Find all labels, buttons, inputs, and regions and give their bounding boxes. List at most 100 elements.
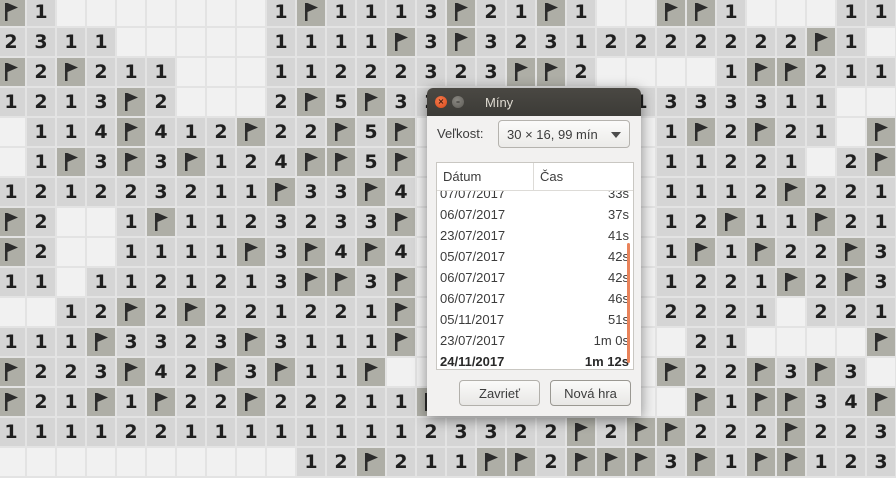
number-cell[interactable]: 1 bbox=[267, 0, 295, 26]
flag-cell[interactable] bbox=[747, 448, 775, 476]
number-cell[interactable]: 1 bbox=[237, 178, 265, 206]
number-cell[interactable]: 1 bbox=[717, 178, 745, 206]
number-cell[interactable]: 1 bbox=[297, 58, 325, 86]
number-cell[interactable]: 1 bbox=[57, 118, 85, 146]
number-cell[interactable]: 1 bbox=[777, 148, 805, 176]
number-cell[interactable]: 3 bbox=[147, 178, 175, 206]
number-cell[interactable]: 1 bbox=[507, 0, 535, 26]
number-cell[interactable]: 1 bbox=[717, 448, 745, 476]
number-cell[interactable]: 1 bbox=[717, 238, 745, 266]
size-select[interactable]: 30 × 16, 99 mín bbox=[498, 120, 630, 148]
empty-cell[interactable] bbox=[57, 448, 85, 476]
number-cell[interactable]: 1 bbox=[267, 58, 295, 86]
score-row[interactable]: 06/07/2017 42s bbox=[437, 267, 633, 288]
number-cell[interactable]: 1 bbox=[837, 0, 865, 26]
number-cell[interactable]: 2 bbox=[27, 388, 55, 416]
number-cell[interactable]: 1 bbox=[657, 118, 685, 146]
number-cell[interactable]: 2 bbox=[387, 58, 415, 86]
number-cell[interactable]: 1 bbox=[87, 418, 115, 446]
number-cell[interactable]: 2 bbox=[717, 118, 745, 146]
number-cell[interactable]: 1 bbox=[147, 238, 175, 266]
flag-cell[interactable] bbox=[837, 238, 865, 266]
number-cell[interactable]: 3 bbox=[867, 448, 895, 476]
flag-cell[interactable] bbox=[807, 208, 835, 236]
number-cell[interactable]: 1 bbox=[327, 0, 355, 26]
empty-cell[interactable] bbox=[777, 0, 805, 26]
number-cell[interactable]: 2 bbox=[837, 148, 865, 176]
flag-cell[interactable] bbox=[297, 88, 325, 116]
flag-cell[interactable] bbox=[687, 0, 715, 26]
number-cell[interactable]: 1 bbox=[357, 328, 385, 356]
number-cell[interactable]: 1 bbox=[207, 178, 235, 206]
number-cell[interactable]: 1 bbox=[357, 298, 385, 326]
flag-cell[interactable] bbox=[777, 178, 805, 206]
number-cell[interactable]: 2 bbox=[687, 328, 715, 356]
number-cell[interactable]: 2 bbox=[837, 418, 865, 446]
flag-cell[interactable] bbox=[687, 448, 715, 476]
number-cell[interactable]: 3 bbox=[117, 328, 145, 356]
number-cell[interactable]: 1 bbox=[297, 418, 325, 446]
number-cell[interactable]: 1 bbox=[297, 358, 325, 386]
flag-cell[interactable] bbox=[357, 88, 385, 116]
flag-cell[interactable] bbox=[627, 418, 655, 446]
empty-cell[interactable] bbox=[267, 448, 295, 476]
number-cell[interactable]: 3 bbox=[357, 268, 385, 296]
empty-cell[interactable] bbox=[177, 28, 205, 56]
flag-cell[interactable] bbox=[0, 0, 25, 26]
number-cell[interactable]: 1 bbox=[0, 268, 25, 296]
flag-cell[interactable] bbox=[297, 238, 325, 266]
flag-cell[interactable] bbox=[747, 358, 775, 386]
flag-cell[interactable] bbox=[0, 388, 25, 416]
empty-cell[interactable] bbox=[57, 268, 85, 296]
number-cell[interactable]: 3 bbox=[657, 88, 685, 116]
number-cell[interactable]: 1 bbox=[567, 0, 595, 26]
flag-cell[interactable] bbox=[57, 58, 85, 86]
number-cell[interactable]: 1 bbox=[297, 328, 325, 356]
number-cell[interactable]: 1 bbox=[687, 148, 715, 176]
number-cell[interactable]: 2 bbox=[807, 238, 835, 266]
flag-cell[interactable] bbox=[747, 58, 775, 86]
empty-cell[interactable] bbox=[777, 328, 805, 356]
number-cell[interactable]: 2 bbox=[687, 28, 715, 56]
empty-cell[interactable] bbox=[627, 58, 655, 86]
number-cell[interactable]: 1 bbox=[87, 28, 115, 56]
empty-cell[interactable] bbox=[27, 448, 55, 476]
empty-cell[interactable] bbox=[0, 148, 25, 176]
flag-cell[interactable] bbox=[657, 0, 685, 26]
number-cell[interactable]: 4 bbox=[327, 238, 355, 266]
number-cell[interactable]: 2 bbox=[237, 148, 265, 176]
number-cell[interactable]: 2 bbox=[777, 118, 805, 146]
minimize-window-icon[interactable]: – bbox=[452, 96, 464, 108]
number-cell[interactable]: 2 bbox=[687, 358, 715, 386]
number-cell[interactable]: 3 bbox=[297, 178, 325, 206]
number-cell[interactable]: 1 bbox=[807, 118, 835, 146]
flag-cell[interactable] bbox=[537, 58, 565, 86]
number-cell[interactable]: 4 bbox=[147, 118, 175, 146]
number-cell[interactable]: 2 bbox=[717, 268, 745, 296]
flag-cell[interactable] bbox=[327, 148, 355, 176]
number-cell[interactable]: 1 bbox=[177, 268, 205, 296]
number-cell[interactable]: 3 bbox=[717, 88, 745, 116]
empty-cell[interactable] bbox=[0, 448, 25, 476]
number-cell[interactable]: 3 bbox=[27, 28, 55, 56]
number-cell[interactable]: 1 bbox=[357, 418, 385, 446]
empty-cell[interactable] bbox=[837, 88, 865, 116]
number-cell[interactable]: 2 bbox=[807, 298, 835, 326]
flag-cell[interactable] bbox=[357, 448, 385, 476]
number-cell[interactable]: 2 bbox=[447, 58, 475, 86]
number-cell[interactable]: 5 bbox=[327, 88, 355, 116]
number-cell[interactable]: 2 bbox=[837, 178, 865, 206]
number-cell[interactable]: 1 bbox=[27, 418, 55, 446]
empty-cell[interactable] bbox=[177, 448, 205, 476]
close-button[interactable]: Zavrieť bbox=[459, 380, 540, 406]
empty-cell[interactable] bbox=[747, 328, 775, 356]
number-cell[interactable]: 1 bbox=[327, 328, 355, 356]
number-cell[interactable]: 2 bbox=[417, 418, 445, 446]
flag-cell[interactable] bbox=[447, 0, 475, 26]
number-cell[interactable]: 1 bbox=[57, 418, 85, 446]
empty-cell[interactable] bbox=[237, 28, 265, 56]
empty-cell[interactable] bbox=[117, 28, 145, 56]
number-cell[interactable]: 2 bbox=[537, 448, 565, 476]
number-cell[interactable]: 4 bbox=[387, 178, 415, 206]
flag-cell[interactable] bbox=[117, 88, 145, 116]
